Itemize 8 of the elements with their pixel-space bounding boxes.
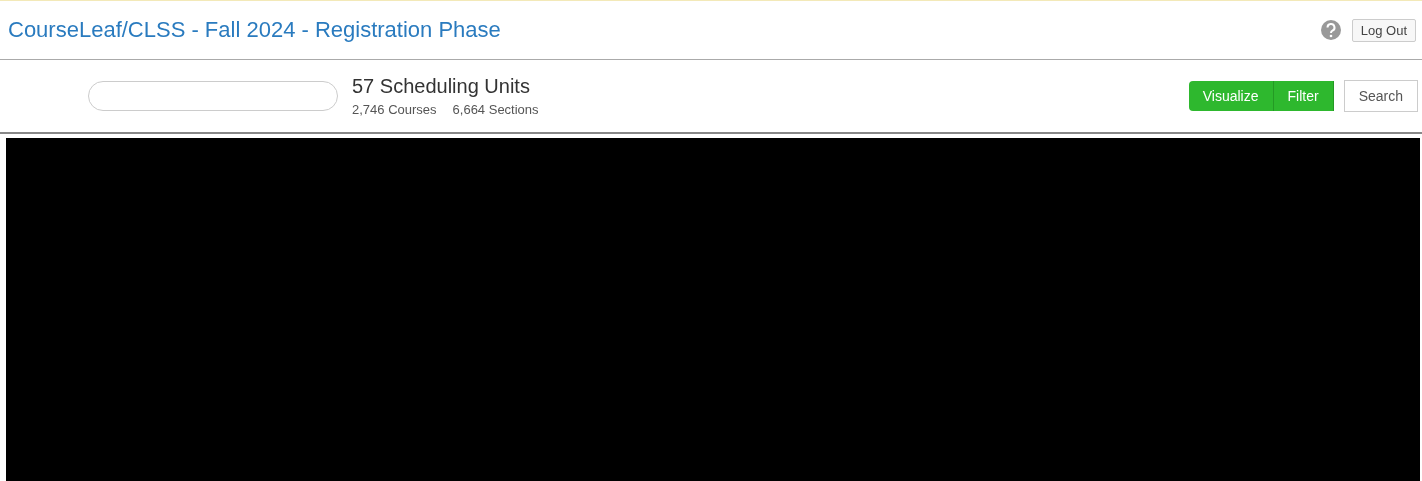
search-field[interactable] (88, 81, 338, 111)
count-label: 2,746 Courses (352, 102, 437, 117)
summary-title: 57 Scheduling Units (352, 75, 531, 98)
help-icon[interactable] (1319, 19, 1342, 41)
app-title: CourseLeaf/CLSS - Fall 2024 - Registration Phase (8, 17, 501, 43)
toolbar-button[interactable]: Search (1343, 80, 1418, 112)
count-label: 6,664 Sections (452, 102, 539, 117)
logout-button[interactable]: Log Out (1351, 18, 1416, 42)
